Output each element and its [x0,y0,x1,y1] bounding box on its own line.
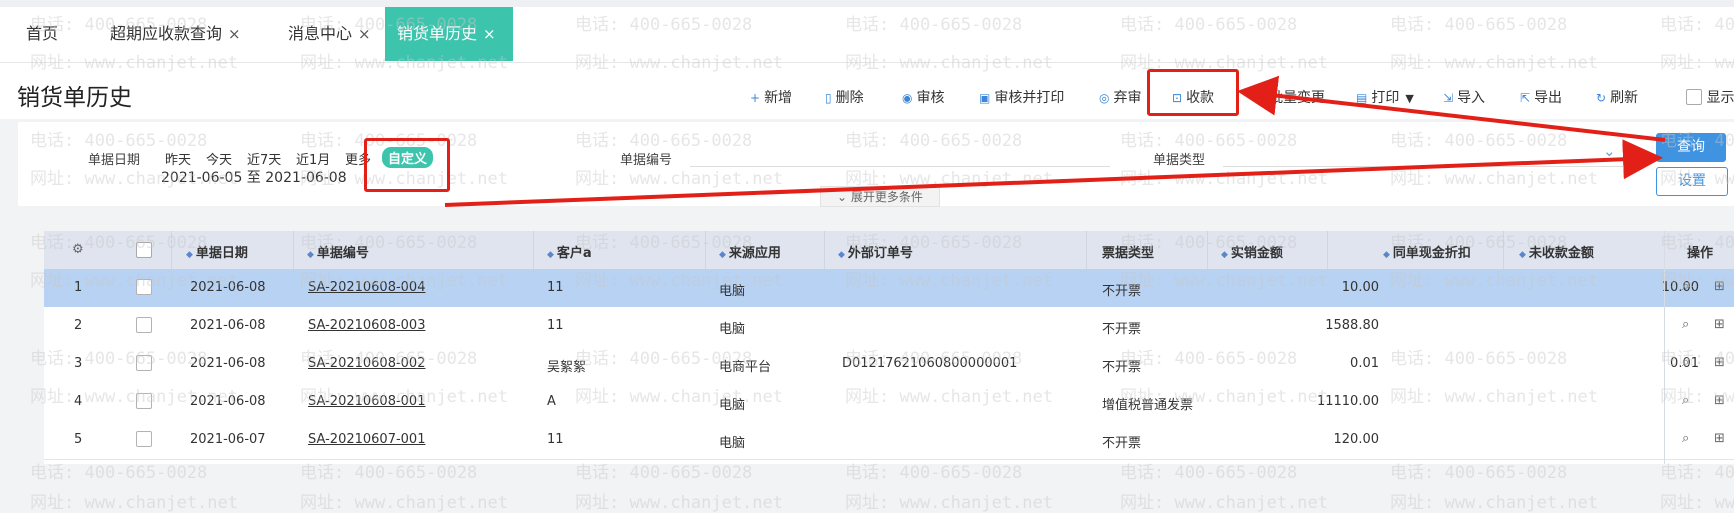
annotation-arrows [444,75,1666,207]
annotation-arrow [1237,75,1666,142]
annotation-arrow [444,139,1663,207]
